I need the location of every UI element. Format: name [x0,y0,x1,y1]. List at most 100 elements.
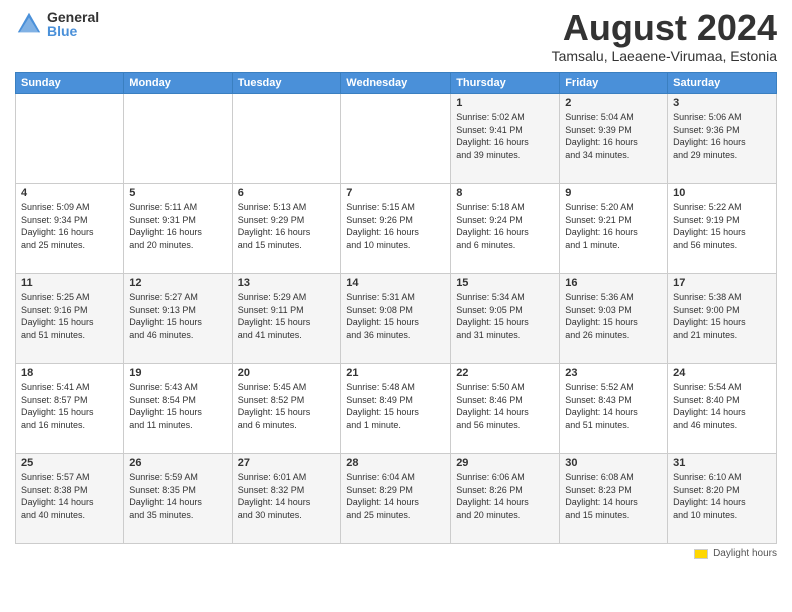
calendar-cell: 6 Sunrise: 5:13 AM Sunset: 9:29 PM Daylig… [232,184,341,274]
day-info: Sunrise: 5:20 AM Sunset: 9:21 PM Dayligh… [565,201,662,251]
calendar-cell: 27 Sunrise: 6:01 AM Sunset: 8:32 PM Dayli… [232,454,341,544]
day-info: Sunrise: 5:45 AM Sunset: 8:52 PM Dayligh… [238,381,336,431]
logo-text: General Blue [47,10,99,38]
day-info: Sunrise: 5:41 AM Sunset: 8:57 PM Dayligh… [21,381,118,431]
calendar-cell: 1 Sunrise: 5:02 AM Sunset: 9:41 PM Daylig… [451,94,560,184]
calendar-cell: 4 Sunrise: 5:09 AM Sunset: 9:34 PM Daylig… [16,184,124,274]
day-number: 7 [346,187,445,199]
calendar-cell: 17 Sunrise: 5:38 AM Sunset: 9:00 PM Dayli… [668,274,777,364]
day-number: 27 [238,457,336,469]
day-number: 31 [673,457,771,469]
day-number: 4 [21,187,118,199]
calendar-cell: 29Sunrise: 6:06 AM Sunset: 8:26 PM Dayli… [451,454,560,544]
calendar-cell [124,94,232,184]
day-number: 9 [565,187,662,199]
day-number: 3 [673,97,771,109]
day-info: Sunrise: 5:27 AM Sunset: 9:13 PM Dayligh… [129,291,226,341]
calendar-cell: 8 Sunrise: 5:18 AM Sunset: 9:24 PM Daylig… [451,184,560,274]
day-info: Sunrise: 5:57 AM Sunset: 8:38 PM Dayligh… [21,471,118,521]
calendar-week-row: 18Sunrise: 5:41 AM Sunset: 8:57 PM Dayli… [16,364,777,454]
calendar-cell [232,94,341,184]
day-number: 22 [456,367,554,379]
day-number: 24 [673,367,771,379]
day-info: Sunrise: 5:59 AM Sunset: 8:35 PM Dayligh… [129,471,226,521]
daylight-label: Daylight hours [713,548,777,559]
day-info: Sunrise: 5:29 AM Sunset: 9:11 PM Dayligh… [238,291,336,341]
calendar-cell: 12 Sunrise: 5:27 AM Sunset: 9:13 PM Dayli… [124,274,232,364]
calendar-cell: 18Sunrise: 5:41 AM Sunset: 8:57 PM Dayli… [16,364,124,454]
calendar-cell: 26 Sunrise: 5:59 AM Sunset: 8:35 PM Dayli… [124,454,232,544]
day-info: Sunrise: 6:01 AM Sunset: 8:32 PM Dayligh… [238,471,336,521]
day-info: Sunrise: 5:25 AM Sunset: 9:16 PM Dayligh… [21,291,118,341]
day-info: Sunrise: 6:06 AM Sunset: 8:26 PM Dayligh… [456,471,554,521]
calendar-cell: 10 Sunrise: 5:22 AM Sunset: 9:19 PM Dayli… [668,184,777,274]
calendar-week-row: 11 Sunrise: 5:25 AM Sunset: 9:16 PM Dayli… [16,274,777,364]
calendar-cell: 22 Sunrise: 5:50 AM Sunset: 8:46 PM Dayli… [451,364,560,454]
day-info: Sunrise: 5:52 AM Sunset: 8:43 PM Dayligh… [565,381,662,431]
day-info: Sunrise: 5:13 AM Sunset: 9:29 PM Dayligh… [238,201,336,251]
daylight-legend: Daylight hours [694,548,777,559]
logo-icon [15,10,43,38]
day-info: Sunrise: 5:48 AM Sunset: 8:49 PM Dayligh… [346,381,445,431]
month-title: August 2024 [552,10,777,46]
title-section: August 2024 Tamsalu, Laeaene-Virumaa, Es… [552,10,777,64]
calendar: SundayMondayTuesdayWednesdayThursdayFrid… [15,72,777,544]
day-info: Sunrise: 5:02 AM Sunset: 9:41 PM Dayligh… [456,111,554,161]
day-number: 1 [456,97,554,109]
day-number: 8 [456,187,554,199]
day-number: 15 [456,277,554,289]
calendar-cell: 16Sunrise: 5:36 AM Sunset: 9:03 PM Dayli… [560,274,668,364]
day-number: 25 [21,457,118,469]
day-number: 17 [673,277,771,289]
day-number: 12 [129,277,226,289]
day-info: Sunrise: 5:38 AM Sunset: 9:00 PM Dayligh… [673,291,771,341]
calendar-cell: 2 Sunrise: 5:04 AM Sunset: 9:39 PM Daylig… [560,94,668,184]
day-info: Sunrise: 5:11 AM Sunset: 9:31 PM Dayligh… [129,201,226,251]
day-number: 10 [673,187,771,199]
calendar-cell: 20 Sunrise: 5:45 AM Sunset: 8:52 PM Dayli… [232,364,341,454]
day-info: Sunrise: 5:15 AM Sunset: 9:26 PM Dayligh… [346,201,445,251]
day-info: Sunrise: 5:22 AM Sunset: 9:19 PM Dayligh… [673,201,771,251]
day-number: 6 [238,187,336,199]
day-number: 13 [238,277,336,289]
calendar-cell: 19 Sunrise: 5:43 AM Sunset: 8:54 PM Dayli… [124,364,232,454]
day-number: 19 [129,367,226,379]
calendar-cell: 11 Sunrise: 5:25 AM Sunset: 9:16 PM Dayli… [16,274,124,364]
day-info: Sunrise: 5:04 AM Sunset: 9:39 PM Dayligh… [565,111,662,161]
day-number: 23 [565,367,662,379]
day-info: Sunrise: 5:06 AM Sunset: 9:36 PM Dayligh… [673,111,771,161]
calendar-cell: 28Sunrise: 6:04 AM Sunset: 8:29 PM Dayli… [341,454,451,544]
calendar-cell: 15 Sunrise: 5:34 AM Sunset: 9:05 PM Dayli… [451,274,560,364]
calendar-cell [16,94,124,184]
day-number: 2 [565,97,662,109]
calendar-cell: 21Sunrise: 5:48 AM Sunset: 8:49 PM Dayli… [341,364,451,454]
day-info: Sunrise: 5:09 AM Sunset: 9:34 PM Dayligh… [21,201,118,251]
day-of-week-header: Tuesday [232,73,341,94]
day-number: 11 [21,277,118,289]
day-info: Sunrise: 5:18 AM Sunset: 9:24 PM Dayligh… [456,201,554,251]
calendar-cell: 30Sunrise: 6:08 AM Sunset: 8:23 PM Dayli… [560,454,668,544]
calendar-cell: 5 Sunrise: 5:11 AM Sunset: 9:31 PM Daylig… [124,184,232,274]
logo-general-text: General [47,10,99,24]
day-info: Sunrise: 5:36 AM Sunset: 9:03 PM Dayligh… [565,291,662,341]
header: General Blue August 2024 Tamsalu, Laeaen… [15,10,777,64]
day-of-week-header: Monday [124,73,232,94]
calendar-cell: 25 Sunrise: 5:57 AM Sunset: 8:38 PM Dayli… [16,454,124,544]
day-info: Sunrise: 5:43 AM Sunset: 8:54 PM Dayligh… [129,381,226,431]
day-number: 30 [565,457,662,469]
day-info: Sunrise: 5:34 AM Sunset: 9:05 PM Dayligh… [456,291,554,341]
calendar-week-row: 25 Sunrise: 5:57 AM Sunset: 8:38 PM Dayli… [16,454,777,544]
day-info: Sunrise: 5:54 AM Sunset: 8:40 PM Dayligh… [673,381,771,431]
calendar-cell: 13 Sunrise: 5:29 AM Sunset: 9:11 PM Dayli… [232,274,341,364]
day-number: 26 [129,457,226,469]
day-of-week-header: Friday [560,73,668,94]
calendar-week-row: 1 Sunrise: 5:02 AM Sunset: 9:41 PM Daylig… [16,94,777,184]
calendar-cell: 23 Sunrise: 5:52 AM Sunset: 8:43 PM Dayli… [560,364,668,454]
day-info: Sunrise: 5:50 AM Sunset: 8:46 PM Dayligh… [456,381,554,431]
day-number: 5 [129,187,226,199]
day-number: 20 [238,367,336,379]
day-info: Sunrise: 5:31 AM Sunset: 9:08 PM Dayligh… [346,291,445,341]
day-of-week-header: Wednesday [341,73,451,94]
location-title: Tamsalu, Laeaene-Virumaa, Estonia [552,48,777,64]
legend-box [694,549,708,559]
